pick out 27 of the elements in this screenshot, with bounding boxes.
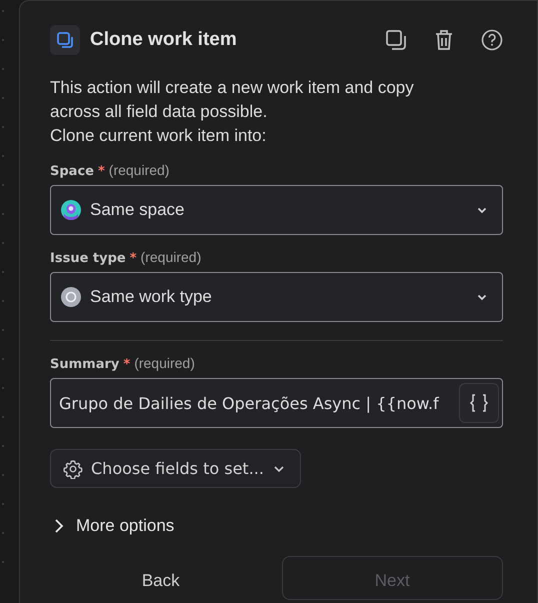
robot-icon: [61, 200, 81, 220]
field-label: Summary: [50, 357, 120, 372]
required-asterisk: *: [130, 251, 137, 266]
description-text: Clone current work item into:: [50, 125, 268, 147]
select-field[interactable]: Same work type: [50, 272, 503, 322]
clone-icon: [50, 25, 80, 55]
required-note: (required): [140, 249, 202, 265]
dialog-title: Clone work item: [90, 29, 237, 51]
required-asterisk: *: [98, 164, 105, 179]
field-label: Space: [50, 164, 94, 179]
summary-field[interactable]: Grupo de Dailies de Operações Async | {{now.f: [50, 378, 503, 428]
more-options-toggle[interactable]: More options: [50, 516, 174, 536]
description-text: This action will create a new work item and copy across all field data possible.: [50, 77, 415, 123]
insert-variable-button[interactable]: [459, 383, 499, 423]
required-note: (required): [134, 355, 195, 371]
circle-icon: [61, 287, 81, 307]
gear-icon: [63, 458, 83, 478]
help-icon[interactable]: [481, 29, 503, 51]
braces-icon: [468, 393, 490, 413]
select-field[interactable]: Same space: [50, 185, 503, 235]
back-button[interactable]: Back: [50, 556, 272, 600]
required-asterisk: *: [123, 357, 130, 372]
choose-fields-button[interactable]: Choose fields to set...: [50, 449, 301, 488]
field-label: Issue type: [50, 251, 126, 266]
trash-icon[interactable]: [434, 29, 454, 51]
required-note: (required): [108, 162, 170, 178]
duplicate-icon[interactable]: [385, 29, 407, 51]
